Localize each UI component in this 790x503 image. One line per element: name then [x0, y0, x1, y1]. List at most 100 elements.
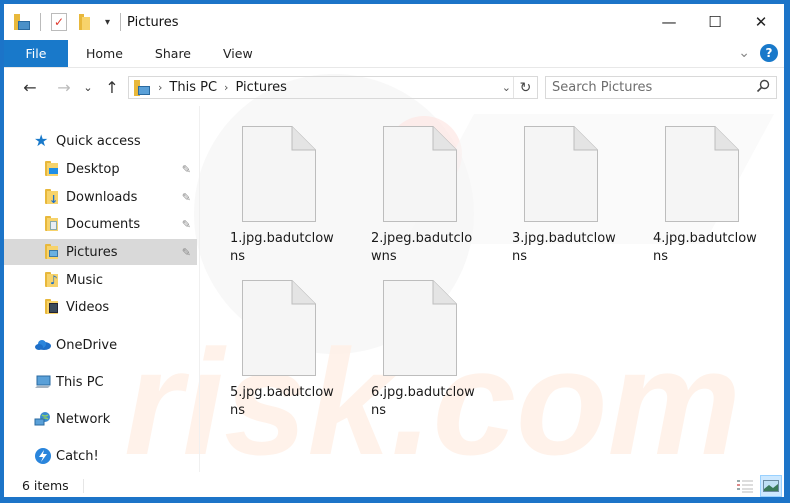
search-icon[interactable] [756, 79, 770, 97]
title-bar: ✓ ▾ Pictures — ☐ ✕ [4, 4, 784, 40]
documents-folder-icon [44, 215, 62, 233]
downloads-folder-icon: ↓ [44, 188, 62, 206]
this-pc-icon [34, 373, 52, 391]
tab-file[interactable]: File [4, 40, 68, 67]
file-item[interactable]: 3.jpg.badutclowns [510, 106, 630, 264]
sidebar-item-downloads[interactable]: ↓ Downloads ✎ [4, 184, 197, 210]
close-button[interactable]: ✕ [738, 4, 784, 40]
pin-icon[interactable]: ✎ [182, 163, 191, 176]
back-button[interactable]: ← [18, 75, 42, 99]
navigation-bar: ← → ⌄ ↑ › This PC › Pictures ⌄ ↻ [4, 68, 784, 106]
forward-button[interactable]: → [52, 75, 76, 99]
properties-icon[interactable]: ✓ [51, 13, 67, 31]
pictures-location-icon [133, 79, 151, 97]
address-bar[interactable]: › This PC › Pictures ⌄ ↻ [128, 76, 538, 99]
status-bar: 6 items [4, 474, 784, 497]
address-dropdown-icon[interactable]: ⌄ [502, 81, 511, 94]
recent-locations-button[interactable]: ⌄ [76, 75, 100, 99]
details-view-icon [737, 479, 753, 492]
file-name: 6.jpg.badutclowns [371, 385, 475, 418]
sidebar-item-label: Network [56, 411, 111, 427]
window-controls: — ☐ ✕ [646, 4, 784, 40]
tab-share[interactable]: Share [139, 40, 207, 67]
large-icons-view-icon [763, 479, 779, 492]
maximize-button[interactable]: ☐ [692, 4, 738, 40]
breadcrumb-separator: › [224, 81, 229, 94]
sidebar-item-quick-access[interactable]: ★ Quick access [4, 128, 197, 154]
back-arrow-icon: ← [23, 77, 37, 97]
pictures-folder-icon [44, 243, 62, 261]
sidebar-item-catch[interactable]: Catch! [4, 443, 197, 469]
catch-icon [34, 447, 52, 465]
toolbar-separator [120, 13, 122, 31]
quick-access-toolbar: ✓ ▾ [12, 13, 125, 31]
item-count: 6 items [22, 478, 69, 493]
window-title: Pictures [127, 14, 179, 30]
pin-icon[interactable]: ✎ [182, 218, 191, 231]
blank-file-icon [242, 280, 316, 376]
forward-arrow-icon: → [57, 77, 71, 97]
blank-file-icon [242, 126, 316, 222]
file-name: 4.jpg.badutclowns [653, 231, 757, 264]
chevron-down-icon: ⌄ [83, 80, 93, 94]
file-item[interactable]: 2.jpeg.badutclowns [369, 106, 489, 264]
sidebar-item-music[interactable]: ♪ Music [4, 267, 197, 293]
sidebar-item-label: Quick access [56, 133, 141, 149]
sidebar-item-desktop[interactable]: Desktop ✎ [4, 156, 197, 182]
blank-file-icon [524, 126, 598, 222]
sidebar-item-onedrive[interactable]: OneDrive [4, 332, 197, 358]
search-input[interactable] [552, 80, 752, 95]
sidebar-item-label: Desktop [66, 161, 120, 177]
file-item[interactable]: 6.jpg.badutclowns [369, 260, 489, 418]
file-item[interactable]: 5.jpg.badutclowns [228, 260, 348, 418]
sidebar-item-label: Catch! [56, 448, 99, 464]
sidebar-item-label: Downloads [66, 189, 138, 205]
new-folder-icon[interactable] [77, 13, 93, 31]
sidebar-item-network[interactable]: Network [4, 406, 197, 432]
close-icon: ✕ [754, 13, 768, 31]
minimize-button[interactable]: — [646, 4, 692, 40]
file-item[interactable]: 4.jpg.badutclowns [651, 106, 771, 264]
tab-view[interactable]: View [207, 40, 269, 67]
sidebar-item-videos[interactable]: Videos [4, 294, 197, 320]
minimize-icon: — [661, 13, 677, 31]
breadcrumb-separator: › [158, 81, 163, 94]
blank-file-icon [383, 280, 457, 376]
music-folder-icon: ♪ [44, 271, 62, 289]
help-icon[interactable]: ? [760, 44, 778, 62]
onedrive-icon [34, 336, 52, 354]
breadcrumb-this-pc[interactable]: This PC [169, 80, 217, 95]
up-button[interactable]: ↑ [100, 75, 124, 99]
status-divider [82, 478, 84, 493]
sidebar-item-label: This PC [56, 374, 104, 390]
pin-icon[interactable]: ✎ [182, 246, 191, 259]
sidebar-item-label: Music [66, 272, 103, 288]
view-switcher [734, 474, 782, 497]
navigation-pane: ★ Quick access Desktop ✎ ↓ Downloads ✎ D… [4, 106, 200, 472]
expand-ribbon-icon[interactable]: ⌄ [738, 45, 750, 61]
network-icon [34, 410, 52, 428]
file-item[interactable]: 1.jpg.badutclowns [228, 106, 348, 264]
up-arrow-icon: ↑ [105, 77, 119, 97]
large-icons-view-button[interactable] [760, 474, 782, 497]
sidebar-item-documents[interactable]: Documents ✎ [4, 211, 197, 237]
customize-toolbar-dropdown[interactable]: ▾ [105, 17, 110, 28]
pin-icon[interactable]: ✎ [182, 191, 191, 204]
videos-folder-icon [44, 298, 62, 316]
toolbar-separator [40, 13, 41, 31]
blank-file-icon [665, 126, 739, 222]
file-explorer-window: risk.com ✓ ▾ Pictures — ☐ ✕ File Home Sh… [4, 4, 784, 497]
sidebar-item-label: Pictures [66, 244, 118, 260]
sidebar-item-pictures[interactable]: Pictures ✎ [4, 239, 197, 265]
star-icon: ★ [34, 131, 49, 150]
file-name: 3.jpg.badutclowns [512, 231, 616, 264]
refresh-button[interactable]: ↻ [513, 77, 537, 98]
details-view-button[interactable] [734, 475, 756, 497]
breadcrumb-pictures[interactable]: Pictures [235, 80, 286, 95]
blank-file-icon [383, 126, 457, 222]
tab-home[interactable]: Home [68, 40, 139, 67]
file-list: 1.jpg.badutclowns 2.jpeg.badutclowns 3.j… [204, 106, 784, 472]
ribbon-tabs: File Home Share View ⌄ ? [4, 40, 784, 68]
sidebar-item-this-pc[interactable]: This PC [4, 369, 197, 395]
maximize-icon: ☐ [708, 13, 722, 31]
